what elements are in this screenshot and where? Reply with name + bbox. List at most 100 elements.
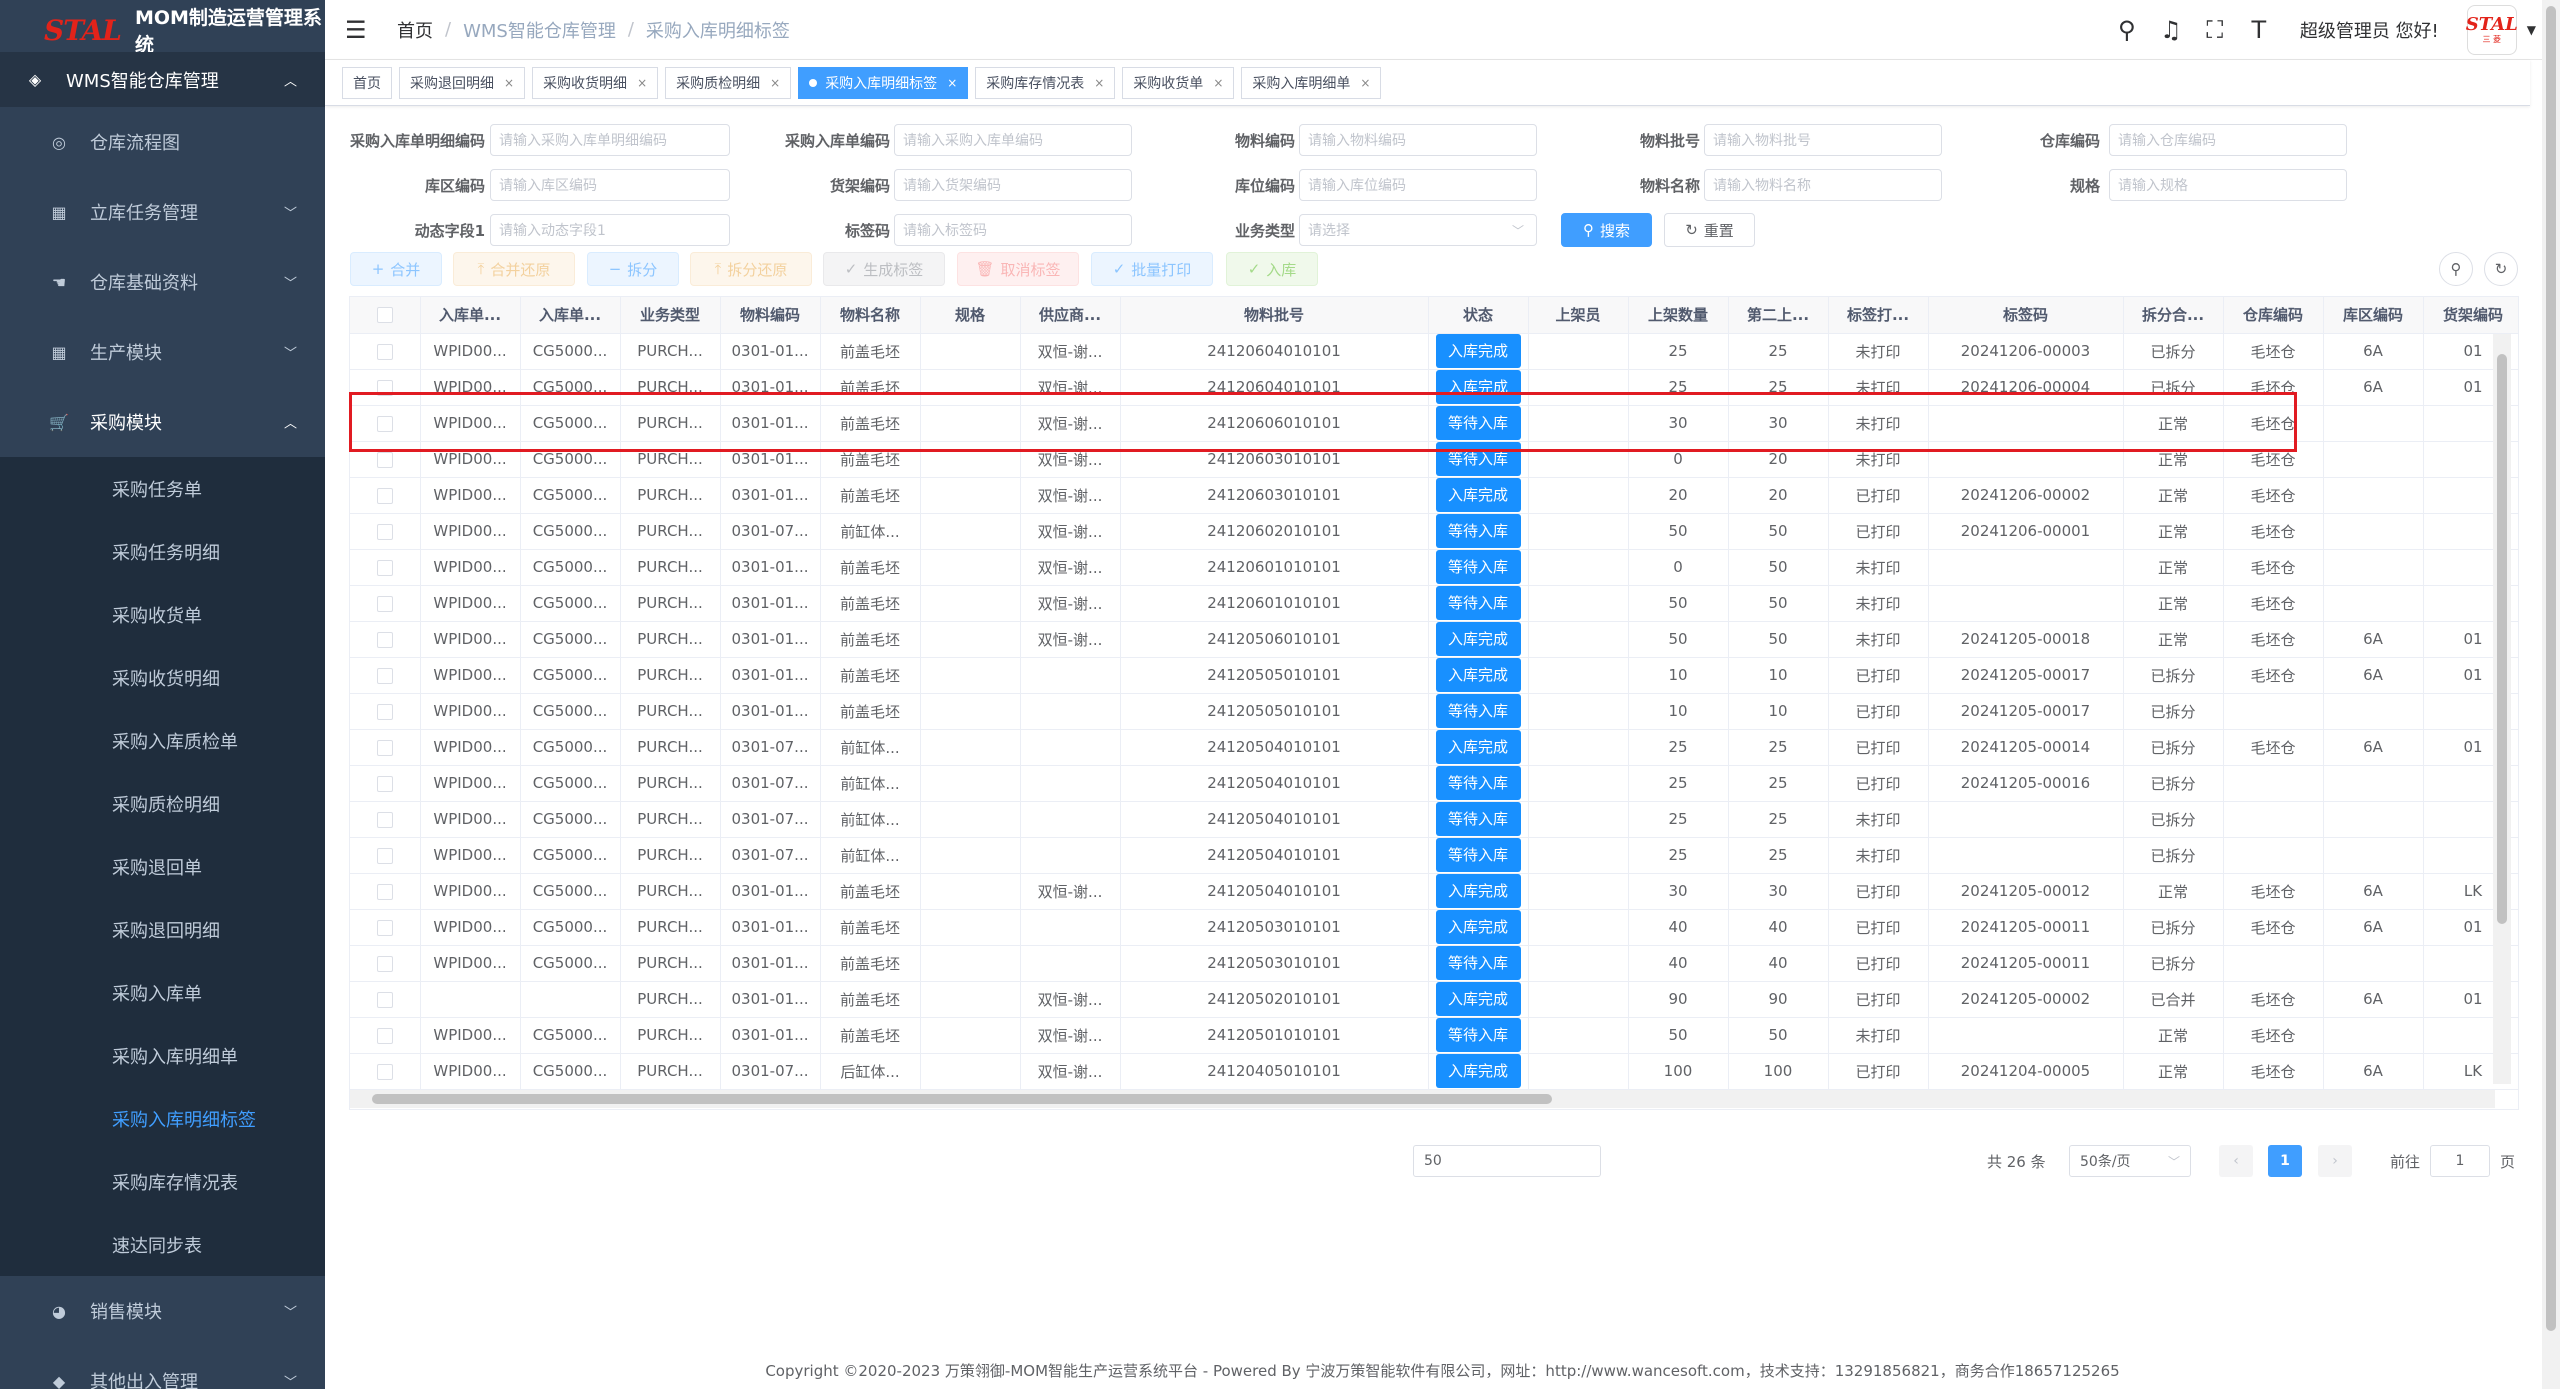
status-badge[interactable]: 等待入库 xyxy=(1435,946,1521,980)
table-row[interactable]: WPID00... CG5000... PURCH... 0301-01... 前盖毛坯… xyxy=(350,621,2518,658)
submenu-item[interactable]: 采购收货明细 xyxy=(0,646,325,709)
submenu-item[interactable]: 采购退回明细 xyxy=(0,898,325,961)
goto-page-input[interactable]: 1 xyxy=(2430,1145,2490,1177)
order-code-input[interactable]: 请输入采购入库单编码 xyxy=(894,124,1132,156)
split-button[interactable]: − 拆分 xyxy=(587,252,679,286)
submenu-item[interactable]: 采购任务单 xyxy=(0,457,325,520)
row-checkbox[interactable] xyxy=(350,909,421,946)
tag-home[interactable]: 首页 xyxy=(342,66,392,99)
sidebar-item-production[interactable]: ▦ 生产模块 ﹀ xyxy=(0,317,325,387)
row-checkbox[interactable] xyxy=(350,837,421,874)
page-scrollbar[interactable] xyxy=(2542,0,2560,1389)
tag-item-active[interactable]: 采购入库明细标签 × xyxy=(798,66,969,99)
tag-item[interactable]: 采购库存情况表 × xyxy=(975,66,1116,99)
sidebar-item-wms[interactable]: ◈ WMS智能仓库管理 ︿ xyxy=(0,52,325,107)
select-all-checkbox[interactable] xyxy=(350,297,421,334)
tag-item[interactable]: 采购质检明细 × xyxy=(665,66,792,99)
status-badge[interactable]: 等待入库 xyxy=(1435,766,1521,800)
sidebar-item-basic[interactable]: ☚ 仓库基础资料 ﹀ xyxy=(0,247,325,317)
row-checkbox[interactable] xyxy=(350,441,421,478)
status-badge[interactable]: 入库完成 xyxy=(1435,874,1521,908)
scroll-thumb[interactable] xyxy=(2497,354,2507,924)
merge-restore-button[interactable]: ⤒ 合并还原 xyxy=(453,252,575,286)
submenu-item[interactable]: 采购入库明细单 xyxy=(0,1024,325,1087)
area-code-input[interactable]: 请输入库区编码 xyxy=(490,169,730,201)
table-row[interactable]: WPID00... CG5000... PURCH... 0301-01... 前盖毛坯… xyxy=(350,369,2518,406)
close-icon[interactable]: × xyxy=(1213,76,1223,90)
status-badge[interactable]: 入库完成 xyxy=(1435,730,1521,764)
status-badge[interactable]: 入库完成 xyxy=(1435,370,1521,404)
material-name-input[interactable]: 请输入物料名称 xyxy=(1704,169,1942,201)
sidebar-item-flow[interactable]: ◎ 仓库流程图 xyxy=(0,107,325,177)
row-checkbox[interactable] xyxy=(350,945,421,982)
submenu-item[interactable]: 采购收货单 xyxy=(0,583,325,646)
inbound-button[interactable]: ✓ 入库 xyxy=(1226,252,1318,286)
table-row[interactable]: WPID00... CG5000... PURCH... 0301-07... 后缸体.… xyxy=(350,1053,2518,1090)
status-badge[interactable]: 等待入库 xyxy=(1435,442,1521,476)
table-row[interactable]: WPID00... CG5000... PURCH... 0301-01... 前盖毛坯… xyxy=(350,441,2518,478)
table-row[interactable]: WPID00... CG5000... PURCH... 0301-01... 前盖毛坯… xyxy=(350,405,2518,442)
business-type-select[interactable]: 请选择 ﹀ xyxy=(1299,214,1537,246)
status-badge[interactable]: 等待入库 xyxy=(1435,694,1521,728)
table-row[interactable]: WPID00... CG5000... PURCH... 0301-01... 前盖毛坯… xyxy=(350,549,2518,586)
status-badge[interactable]: 等待入库 xyxy=(1435,838,1521,872)
table-row[interactable]: WPID00... CG5000... PURCH... 0301-01... 前盖毛坯… xyxy=(350,909,2518,946)
merge-button[interactable]: + 合并 xyxy=(350,252,442,286)
font-size-icon[interactable]: T xyxy=(2246,16,2272,44)
dynamic-field-input[interactable]: 请输入动态字段1 xyxy=(490,214,730,246)
scroll-thumb[interactable] xyxy=(372,1094,1552,1104)
submenu-item[interactable]: 采购任务明细 xyxy=(0,520,325,583)
caret-down-icon[interactable]: ▼ xyxy=(2527,23,2536,37)
table-row[interactable]: WPID00... CG5000... PURCH... 0301-01... 前盖毛坯… xyxy=(350,693,2518,730)
row-checkbox[interactable] xyxy=(350,693,421,730)
table-row[interactable]: WPID00... CG5000... PURCH... 0301-07... 前缸体.… xyxy=(350,729,2518,766)
sidebar-item-purchase[interactable]: 🛒 采购模块 ︿ xyxy=(0,387,325,457)
close-icon[interactable]: × xyxy=(504,76,514,90)
reset-button[interactable]: ↻ 重置 xyxy=(1664,213,1755,247)
status-badge[interactable]: 等待入库 xyxy=(1435,550,1521,584)
cancel-label-button[interactable]: 🗑 取消标签 xyxy=(957,252,1079,286)
row-checkbox[interactable] xyxy=(350,585,421,622)
row-checkbox[interactable] xyxy=(350,873,421,910)
location-code-input[interactable]: 请输入库位编码 xyxy=(1299,169,1537,201)
status-badge[interactable]: 入库完成 xyxy=(1435,910,1521,944)
submenu-item[interactable]: 采购退回单 xyxy=(0,835,325,898)
status-badge[interactable]: 等待入库 xyxy=(1435,406,1521,440)
bell-icon[interactable]: ♫ xyxy=(2158,16,2184,44)
status-badge[interactable]: 等待入库 xyxy=(1435,1018,1521,1052)
next-page-button[interactable]: › xyxy=(2318,1145,2352,1177)
avatar[interactable]: STAL 三 菱 xyxy=(2466,5,2518,55)
row-checkbox[interactable] xyxy=(350,729,421,766)
breadcrumb-home[interactable]: 首页 xyxy=(397,17,433,43)
table-row[interactable]: WPID00... CG5000... PURCH... 0301-01... 前盖毛坯… xyxy=(350,333,2518,370)
submenu-item[interactable]: 采购入库单 xyxy=(0,961,325,1024)
batch-print-button[interactable]: ✓ 批量打印 xyxy=(1091,252,1213,286)
batch-no-input[interactable]: 请输入物料批号 xyxy=(1704,124,1942,156)
table-row[interactable]: WPID00... CG5000... PURCH... 0301-01... 前盖毛坯… xyxy=(350,657,2518,694)
close-icon[interactable]: × xyxy=(770,76,780,90)
fullscreen-icon[interactable]: ⛶ xyxy=(2202,16,2228,44)
table-row[interactable]: WPID00... CG5000... PURCH... 0301-01... 前盖毛坯… xyxy=(350,1017,2518,1054)
close-icon[interactable]: × xyxy=(1094,76,1104,90)
row-checkbox[interactable] xyxy=(350,981,421,1018)
split-restore-button[interactable]: ⤒ 拆分还原 xyxy=(690,252,812,286)
shelf-code-input[interactable]: 请输入货架编码 xyxy=(894,169,1132,201)
table-row[interactable]: PURCH... 0301-01... 前盖毛坯 双恒-谢... 24120502010… xyxy=(350,981,2518,1018)
submenu-item[interactable]: 采购入库质检单 xyxy=(0,709,325,772)
close-icon[interactable]: × xyxy=(637,76,647,90)
toggle-search-button[interactable]: ⚲ xyxy=(2439,252,2473,286)
refresh-button[interactable]: ↻ xyxy=(2484,252,2518,286)
generate-label-button[interactable]: ✓ 生成标签 xyxy=(823,252,945,286)
material-code-input[interactable]: 请输入物料编码 xyxy=(1299,124,1537,156)
tag-item[interactable]: 采购退回明细 × xyxy=(399,66,526,99)
spec-input[interactable]: 请输入规格 xyxy=(2109,169,2347,201)
close-icon[interactable]: × xyxy=(1360,76,1370,90)
table-row[interactable]: WPID00... CG5000... PURCH... 0301-01... 前盖毛坯… xyxy=(350,873,2518,910)
sidebar-item-other[interactable]: ◆ 其他出入管理 ﹀ xyxy=(0,1346,325,1389)
status-badge[interactable]: 入库完成 xyxy=(1435,1054,1521,1088)
submenu-item[interactable]: 采购库存情况表 xyxy=(0,1150,325,1213)
hamburger-icon[interactable]: ☰ xyxy=(345,16,375,44)
search-icon[interactable]: ⚲ xyxy=(2114,16,2140,44)
table-row[interactable]: WPID00... CG5000... PURCH... 0301-07... 前缸体.… xyxy=(350,765,2518,802)
status-badge[interactable]: 等待入库 xyxy=(1435,586,1521,620)
